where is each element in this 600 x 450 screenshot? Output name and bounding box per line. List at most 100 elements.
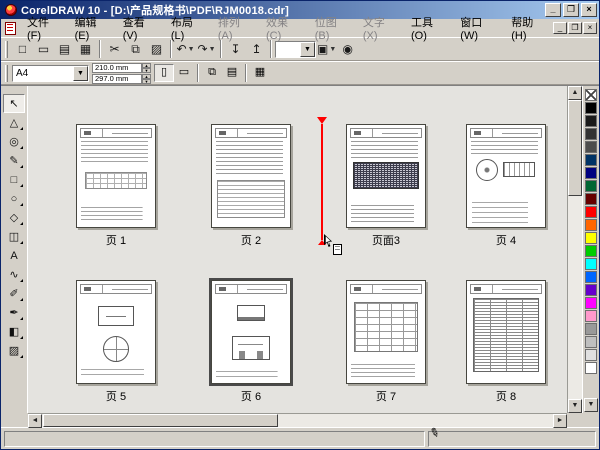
page-8-thumbnail[interactable] xyxy=(466,280,546,384)
horizontal-scroll-thumb[interactable] xyxy=(43,414,279,427)
page-2-label[interactable]: 页 2 xyxy=(211,232,291,248)
horizontal-scroll-track[interactable] xyxy=(42,414,553,427)
paper-size-combo[interactable]: A4 ▼ xyxy=(12,64,89,82)
paper-height-value[interactable]: 297.0 mm xyxy=(92,73,142,84)
export-button[interactable]: ↥ xyxy=(246,39,267,59)
interactive-fill-tool[interactable]: ▨ xyxy=(3,341,25,360)
document-close-button[interactable]: × xyxy=(583,22,597,34)
page-8-label[interactable]: 页 8 xyxy=(466,388,546,404)
basic-shapes-tool[interactable]: ◫ xyxy=(3,227,25,246)
print-button[interactable]: ▦ xyxy=(75,39,96,59)
chevron-down-icon[interactable]: ▼ xyxy=(73,65,88,81)
eyedropper-tool[interactable]: ✐ xyxy=(3,284,25,303)
shape-tool[interactable]: △ xyxy=(3,113,25,132)
application-launcher-button[interactable]: ▣ ▼ xyxy=(316,39,337,59)
color-swatch[interactable] xyxy=(585,323,597,335)
all-pages-button[interactable]: ⧉ xyxy=(202,64,222,82)
options-button[interactable]: ▦ xyxy=(250,64,270,82)
scroll-up-button[interactable]: ▲ xyxy=(568,86,582,100)
color-swatch[interactable] xyxy=(585,284,597,296)
color-swatch[interactable] xyxy=(585,349,597,361)
page-5-thumbnail[interactable] xyxy=(76,280,156,384)
page-7-label[interactable]: 页 7 xyxy=(346,388,426,404)
menu-help[interactable]: 帮助(H) xyxy=(504,13,553,43)
color-swatch[interactable] xyxy=(585,336,597,348)
coreldraw-app-icon[interactable] xyxy=(5,4,17,16)
page-4-thumbnail[interactable] xyxy=(466,124,546,228)
cut-button[interactable]: ✂ xyxy=(104,39,125,59)
page-sorter-canvas[interactable]: 页 1 页 2 页面3 页 4 页 5 页 6 页 7 页 8 xyxy=(28,86,567,413)
color-swatch[interactable] xyxy=(585,180,597,192)
zoom-tool[interactable]: ◎ xyxy=(3,132,25,151)
spin-down-icon[interactable]: ▼ xyxy=(142,67,151,73)
page-4-label[interactable]: 页 4 xyxy=(466,232,546,248)
page-6-label[interactable]: 页 6 xyxy=(211,388,291,404)
color-swatch[interactable] xyxy=(585,154,597,166)
spin-down-icon[interactable]: ▼ xyxy=(142,78,151,84)
color-swatch[interactable] xyxy=(585,167,597,179)
document-icon[interactable] xyxy=(5,21,16,35)
dropdown-arrow-icon[interactable]: ▼ xyxy=(329,46,336,53)
rectangle-tool[interactable]: □ xyxy=(3,170,25,189)
polygon-tool[interactable]: ◇ xyxy=(3,208,25,227)
toolbar-grip[interactable] xyxy=(5,40,8,58)
restore-button[interactable]: ❐ xyxy=(563,3,579,17)
color-swatch[interactable] xyxy=(585,310,597,322)
color-swatch[interactable] xyxy=(585,193,597,205)
page-2-thumbnail[interactable] xyxy=(211,124,291,228)
dropdown-arrow-icon[interactable]: ▼ xyxy=(209,46,216,53)
color-swatch[interactable] xyxy=(585,245,597,257)
color-swatch[interactable] xyxy=(585,232,597,244)
pick-tool[interactable]: ↖ xyxy=(3,94,25,113)
color-swatch[interactable] xyxy=(585,271,597,283)
page-1-label[interactable]: 页 1 xyxy=(76,232,156,248)
color-swatch[interactable] xyxy=(585,141,597,153)
dropdown-arrow-icon[interactable]: ▼ xyxy=(188,46,195,53)
paper-width-spinner[interactable]: 210.0 mm ▲ ▼ xyxy=(92,62,151,73)
color-swatch[interactable] xyxy=(585,115,597,127)
fill-tool[interactable]: ◧ xyxy=(3,322,25,341)
color-swatch[interactable] xyxy=(585,102,597,114)
interactive-blend-tool[interactable]: ∿ xyxy=(3,265,25,284)
palette-scroll-down-button[interactable]: ▼ xyxy=(584,398,598,412)
portrait-button[interactable]: ▯ xyxy=(154,64,174,82)
chevron-down-icon[interactable]: ▼ xyxy=(300,41,315,57)
current-page-button[interactable]: ▤ xyxy=(222,64,242,82)
page-7-thumbnail[interactable] xyxy=(346,280,426,384)
page-3-label[interactable]: 页面3 xyxy=(346,232,426,248)
ellipse-tool[interactable]: ○ xyxy=(3,189,25,208)
scroll-left-button[interactable]: ◄ xyxy=(28,414,42,428)
freehand-tool[interactable]: ✎ xyxy=(3,151,25,170)
no-color-swatch[interactable] xyxy=(585,89,597,101)
scroll-right-button[interactable]: ► xyxy=(553,414,567,428)
paper-height-spinner[interactable]: 297.0 mm ▲ ▼ xyxy=(92,73,151,84)
text-tool[interactable]: A xyxy=(3,246,25,265)
import-button[interactable]: ↧ xyxy=(225,39,246,59)
vertical-scroll-thumb[interactable] xyxy=(568,100,582,196)
document-minimize-button[interactable]: _ xyxy=(553,22,567,34)
scroll-down-button[interactable]: ▼ xyxy=(568,399,582,413)
close-button[interactable]: × xyxy=(581,3,597,17)
vertical-scroll-track[interactable] xyxy=(568,100,582,399)
color-swatch[interactable] xyxy=(585,258,597,270)
menu-text[interactable]: 文字(X) xyxy=(356,13,404,43)
paste-button[interactable]: ▨ xyxy=(146,39,167,59)
open-button[interactable]: ▭ xyxy=(33,39,54,59)
save-button[interactable]: ▤ xyxy=(54,39,75,59)
color-swatch[interactable] xyxy=(585,128,597,140)
landscape-button[interactable]: ▭ xyxy=(174,64,194,82)
menu-window[interactable]: 窗口(W) xyxy=(453,13,504,43)
color-swatch[interactable] xyxy=(585,219,597,231)
page-1-thumbnail[interactable] xyxy=(76,124,156,228)
color-swatch[interactable] xyxy=(585,206,597,218)
paper-width-value[interactable]: 210.0 mm xyxy=(92,62,142,73)
page-5-label[interactable]: 页 5 xyxy=(76,388,156,404)
property-bar-grip[interactable] xyxy=(5,64,8,82)
horizontal-scrollbar[interactable]: ◄ ► xyxy=(28,413,567,428)
outline-tool[interactable]: ✒ xyxy=(3,303,25,322)
color-swatch[interactable] xyxy=(585,362,597,374)
corel-online-button[interactable]: ◉ xyxy=(337,39,358,59)
document-restore-button[interactable]: ❐ xyxy=(568,22,582,34)
new-button[interactable]: □ xyxy=(12,39,33,59)
zoom-level-combo[interactable]: ▼ xyxy=(275,40,316,58)
